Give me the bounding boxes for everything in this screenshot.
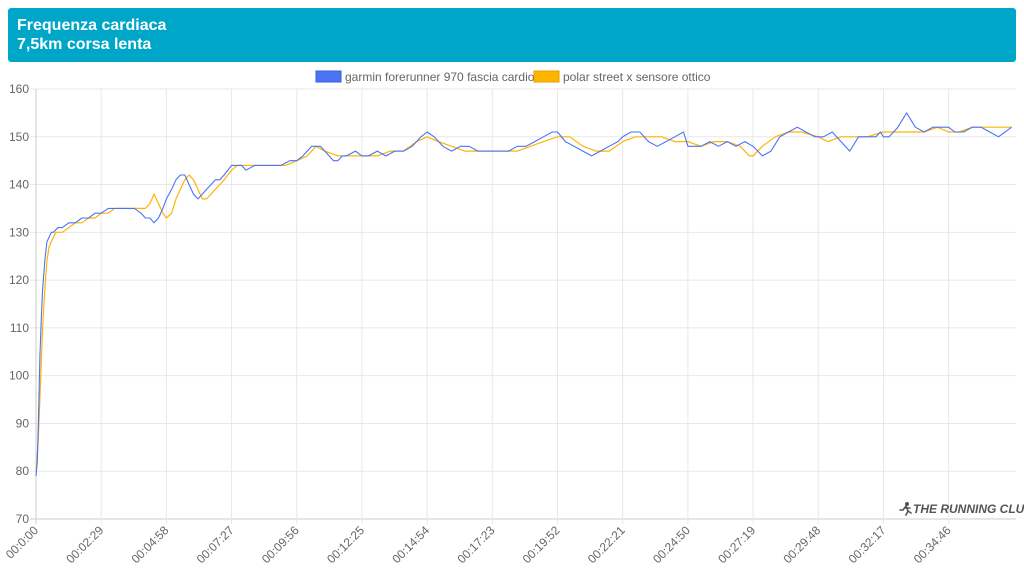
grid: [30, 88, 1016, 524]
y-tick-label: 120: [9, 273, 29, 287]
x-tick-label: 00:09:56: [259, 523, 302, 566]
x-tick-label: 00:27:19: [715, 523, 758, 566]
x-tick-label: 00:14:54: [389, 523, 432, 566]
x-tick-label: 00:34:46: [911, 523, 954, 566]
x-tick-label: 00:32:17: [846, 523, 889, 566]
y-tick-label: 80: [16, 464, 30, 478]
x-tick-label: 00:02:29: [63, 523, 106, 566]
series-line-polar: [35, 126, 1012, 472]
x-tick-label: 00:17:23: [454, 523, 497, 566]
x-tick-label: 00:0:00: [3, 523, 41, 561]
y-tick-label: 150: [9, 130, 29, 144]
x-tick-label: 00:22:21: [585, 523, 628, 566]
x-tick-label: 00:29:48: [780, 523, 823, 566]
legend-swatch-garmin[interactable]: [315, 70, 342, 83]
y-tick-label: 110: [10, 321, 29, 335]
legend: garmin forerunner 970 fascia cardio pola…: [315, 70, 711, 84]
legend-label-polar[interactable]: polar street x sensore ottico: [563, 70, 711, 84]
legend-swatch-polar[interactable]: [533, 70, 560, 83]
y-tick-label: 140: [9, 178, 29, 192]
y-tick-label: 130: [9, 225, 29, 239]
legend-label-garmin[interactable]: garmin forerunner 970 fascia cardio: [345, 70, 535, 84]
y-tick-label: 70: [16, 512, 30, 526]
x-tick-label: 00:19:52: [520, 523, 563, 566]
x-tick-label: 00:07:27: [194, 523, 237, 566]
runner-icon: [899, 502, 912, 516]
heart-rate-chart: garmin forerunner 970 fascia cardio pola…: [3, 70, 1024, 566]
series-lines: [35, 112, 1012, 477]
x-axis-ticks: 00:0:00 00:02:29 00:04:58 00:07:27 00:09:56 0…: [3, 523, 954, 566]
y-axis-ticks: 70 80 90 100 110 120 130 140 150 160: [9, 82, 29, 526]
watermark-text: THE RUNNING CLUB: [913, 502, 1024, 516]
y-tick-label: 100: [9, 369, 29, 383]
x-tick-label: 00:04:58: [129, 523, 172, 566]
y-tick-label: 90: [16, 416, 30, 430]
x-tick-label: 00:12:25: [324, 523, 367, 566]
series-line-garmin: [35, 112, 1012, 477]
y-tick-label: 160: [9, 82, 29, 96]
watermark: THE RUNNING CLUB: [899, 502, 1024, 516]
x-tick-label: 00:24:50: [650, 523, 693, 566]
